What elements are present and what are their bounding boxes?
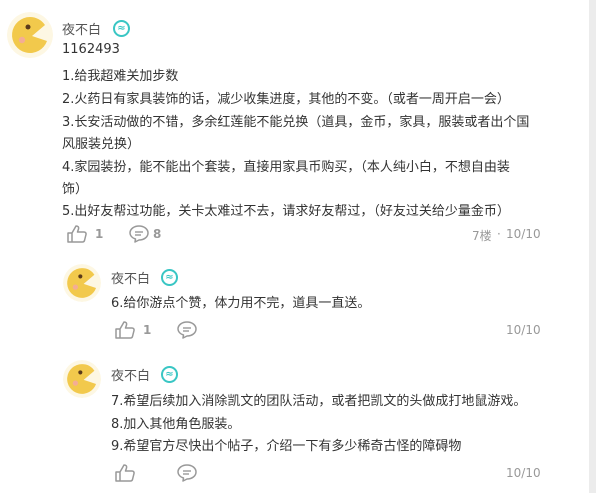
reply: 夜不白 ≈ 6.给你游点个赞，体力用不完，道具一直送。 1 10/10 (0, 258, 596, 348)
comment: 夜不白 ≈ 1162493 1.给我超难关加步数 2.火药日有家具装饰的话，减少… (0, 0, 596, 250)
reply-line: 9.希望官方尽快出个帖子，介绍一下有多少稀奇古怪的障碍物 (111, 439, 462, 454)
comment-line: 3.长安活动做的不错，多余红莲能不能兑换（道具，金币，家具，服装或者出个国 (62, 115, 530, 130)
reply-date: 10/10 (506, 323, 541, 337)
author-name[interactable]: 夜不白 (111, 365, 150, 384)
level-badge-icon: ≈ (161, 366, 178, 383)
thumbs-up-icon[interactable] (115, 321, 135, 339)
comment-line: 风服装兑换） (62, 137, 141, 152)
reply-line: 8.加入其他角色服装。 (111, 417, 241, 432)
scrollbar[interactable] (589, 0, 596, 493)
speech-bubble-icon[interactable] (177, 321, 197, 339)
thumbs-up-icon[interactable] (115, 464, 135, 482)
reply: 夜不白 ≈ 7.希望后续加入消除凯文的团队活动，或者把凯文的头做成打地鼠游戏。 … (0, 358, 596, 493)
thumbs-up-icon[interactable] (67, 225, 87, 243)
reply-line: 6.给你游点个赞，体力用不完，道具一直送。 (111, 296, 371, 311)
comment-line: 4.家园装扮，能不能出个套装，直接用家具币购买，（本人纯小白，不想自由装 (62, 160, 510, 175)
comment-line: 2.火药日有家具装饰的话，减少收集进度，其他的不变。（或者一周开启一会） (62, 92, 510, 107)
author-name[interactable]: 夜不白 (62, 19, 101, 38)
speech-bubble-icon[interactable] (129, 225, 149, 243)
comment-line: 饰） (62, 182, 89, 197)
avatar[interactable] (7, 12, 53, 58)
reply-count[interactable]: 8 (153, 227, 161, 241)
like-count: 1 (95, 227, 104, 241)
avatar[interactable] (63, 360, 101, 398)
like-count: 1 (143, 323, 152, 337)
comment-line: 5.出好友帮过功能，关卡太难过不去，请求好友帮过，（好友过关给少量金币） (62, 204, 510, 219)
avatar[interactable] (63, 264, 101, 302)
comment-line: 1.给我超难关加步数 (62, 69, 179, 84)
meta-separator: · (497, 227, 501, 241)
reply-line: 7.希望后续加入消除凯文的团队活动，或者把凯文的头做成打地鼠游戏。 (111, 394, 527, 409)
comment-line: 1162493 (62, 42, 120, 57)
comment-date: 10/10 (506, 227, 541, 241)
level-badge-icon: ≈ (161, 269, 178, 286)
speech-bubble-icon[interactable] (177, 464, 197, 482)
level-badge-icon: ≈ (113, 20, 130, 37)
author-name[interactable]: 夜不白 (111, 268, 150, 287)
floor-number: 7楼 (472, 229, 492, 243)
reply-date: 10/10 (506, 466, 541, 480)
